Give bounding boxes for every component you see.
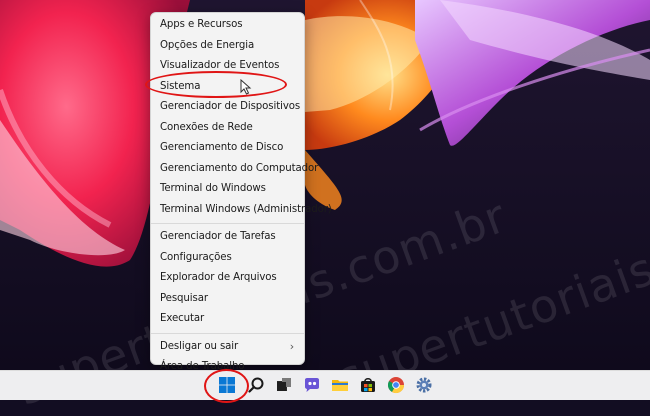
menu-item-label: Gerenciamento de Disco bbox=[160, 142, 284, 153]
menu-item-file-explorer[interactable]: Explorador de Arquivos bbox=[151, 268, 304, 289]
menu-item-device-manager[interactable]: Gerenciador de Dispositivos bbox=[151, 97, 304, 118]
search-icon[interactable] bbox=[247, 376, 265, 394]
menu-item-label: Opções de Energia bbox=[160, 39, 255, 51]
menu-item-label: Desligar ou sair bbox=[160, 340, 239, 352]
menu-item-label: Pesquisar bbox=[160, 292, 208, 304]
menu-item-windows-terminal-admin[interactable]: Terminal Windows (Administrador) bbox=[151, 200, 332, 221]
menu-item-label: Terminal Windows (Administrador) bbox=[160, 203, 332, 215]
menu-item-label: Gerenciador de Dispositivos bbox=[160, 101, 301, 112]
store-icon[interactable] bbox=[359, 376, 377, 394]
file-explorer-icon[interactable] bbox=[331, 376, 349, 394]
menu-item-label: Explorador de Arquivos bbox=[160, 272, 277, 283]
menu-item-disk-management[interactable]: Gerenciamento de Disco bbox=[151, 138, 304, 159]
menu-item-label: Visualizador de Eventos bbox=[160, 60, 280, 71]
menu-item-run[interactable]: Executar bbox=[151, 309, 304, 330]
menu-item-search[interactable]: Pesquisar bbox=[151, 289, 304, 310]
winx-context-menu: Apps e Recursos Opções de Energia Visual… bbox=[150, 12, 332, 372]
menu-item-task-manager[interactable]: Gerenciador de Tarefas bbox=[151, 227, 304, 248]
menu-item-label: Gerenciamento do Computador bbox=[160, 162, 319, 174]
menu-item-system[interactable]: Sistema bbox=[151, 77, 304, 98]
menu-item-shut-down-or-sign-out[interactable]: Desligar ou sair › bbox=[151, 337, 304, 358]
windows-start-icon[interactable] bbox=[218, 376, 236, 394]
chat-icon[interactable] bbox=[303, 376, 321, 394]
menu-item-windows-terminal[interactable]: Terminal do Windows bbox=[151, 179, 304, 200]
menu-item-apps[interactable]: Apps e Recursos bbox=[151, 15, 304, 36]
menu-item-label: Terminal do Windows bbox=[160, 183, 266, 194]
menu-divider bbox=[151, 332, 304, 334]
menu-item-label: Configurações bbox=[160, 251, 232, 263]
menu-item-computer-management[interactable]: Gerenciamento do Computador bbox=[151, 159, 318, 180]
menu-item-label: Executar bbox=[160, 313, 205, 324]
menu-divider bbox=[151, 223, 304, 224]
task-view-icon[interactable] bbox=[275, 376, 293, 394]
chrome-icon[interactable] bbox=[387, 376, 405, 394]
menu-item-network-connections[interactable]: Conexões de Rede bbox=[151, 118, 304, 139]
menu-item-label: Sistema bbox=[160, 80, 201, 92]
chevron-right-icon: › bbox=[289, 339, 294, 353]
settings-icon[interactable] bbox=[415, 376, 433, 394]
desktop-wallpaper bbox=[0, 0, 650, 370]
menu-item-power-options[interactable]: Opções de Energia bbox=[151, 36, 304, 57]
menu-item-label: Conexões de Rede bbox=[160, 121, 253, 133]
mouse-cursor-icon bbox=[240, 79, 252, 95]
taskbar bbox=[0, 370, 650, 400]
menu-item-event-viewer[interactable]: Visualizador de Eventos bbox=[151, 56, 304, 77]
menu-item-label: Apps e Recursos bbox=[160, 19, 243, 30]
menu-item-settings[interactable]: Configurações bbox=[151, 248, 304, 269]
menu-item-label: Gerenciador de Tarefas bbox=[160, 231, 276, 242]
